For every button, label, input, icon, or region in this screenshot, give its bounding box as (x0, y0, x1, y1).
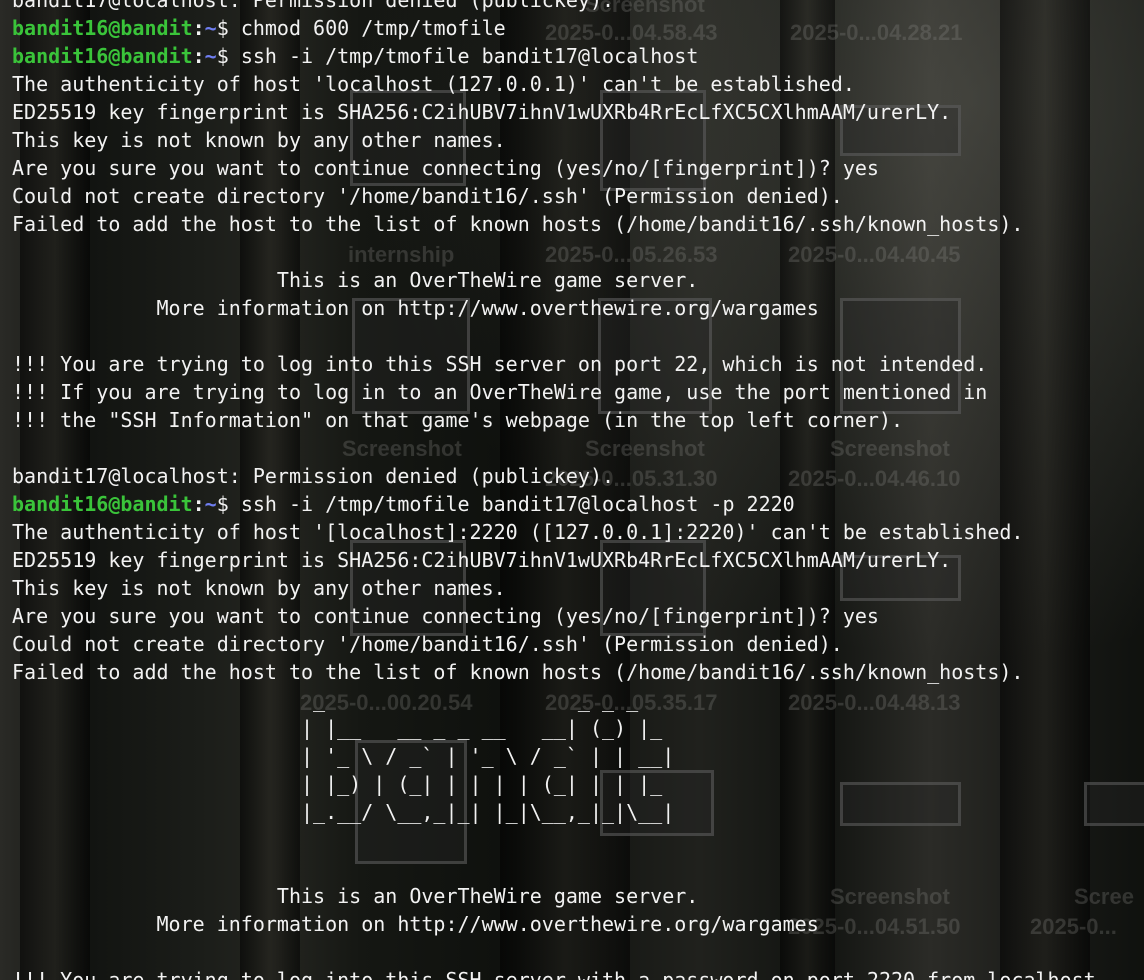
prompt-separator: : (192, 16, 205, 40)
terminal-output-line: !!! You are trying to log into this SSH … (12, 968, 1108, 980)
prompt-separator: : (192, 492, 205, 516)
prompt-path: ~ (204, 44, 217, 68)
terminal-output-line: !!! You are trying to log into this SSH … (12, 352, 988, 376)
prompt-symbol: $ (216, 16, 241, 40)
command-text: ssh -i /tmp/tmofile bandit17@localhost -… (240, 492, 795, 516)
terminal-output-line: Failed to add the host to the list of kn… (12, 660, 1024, 684)
terminal-output[interactable]: bandit17@localhost: Permission denied (p… (12, 0, 1108, 980)
terminal-output-line: Are you sure you want to continue connec… (12, 156, 879, 180)
prompt-separator: : (192, 44, 205, 68)
prompt-user: bandit16@bandit (12, 492, 193, 516)
terminal-command-line: bandit16@bandit:~$ chmod 600 /tmp/tmofil… (12, 14, 1108, 42)
terminal-output-line: This key is not known by any other names… (12, 128, 506, 152)
prompt-symbol: $ (216, 492, 241, 516)
terminal-output-line: | |__ __ _ _ __ __| (_) |_ (12, 716, 663, 740)
terminal-output-line: More information on http://www.overthewi… (12, 296, 819, 320)
prompt-user: bandit16@bandit (12, 16, 193, 40)
terminal-output-line: !!! the "SSH Information" on that game's… (12, 408, 904, 432)
terminal-output-line: ED25519 key fingerprint is SHA256:C2ihUB… (12, 100, 952, 124)
terminal-output-line: Are you sure you want to continue connec… (12, 604, 879, 628)
terminal-output-line: | '_ \ / _` | '_ \ / _` | | __| (12, 744, 675, 768)
terminal-output-line: ED25519 key fingerprint is SHA256:C2ihUB… (12, 548, 952, 572)
terminal-output-line: This key is not known by any other names… (12, 576, 506, 600)
terminal-output-line: bandit17@localhost: Permission denied (p… (12, 0, 615, 12)
terminal-output-line: |_.__/ \__,_|_| |_|\__,_|_|\__| (12, 800, 675, 824)
terminal-output-line: The authenticity of host 'localhost (127… (12, 72, 855, 96)
terminal-command-line: bandit16@bandit:~$ ssh -i /tmp/tmofile b… (12, 490, 1108, 518)
terminal-output-line: Failed to add the host to the list of kn… (12, 212, 1024, 236)
terminal-output-line: Could not create directory '/home/bandit… (12, 184, 843, 208)
terminal-output-line: | |_) | (_| | | | | (_| | | |_ (12, 772, 663, 796)
terminal-output-line: The authenticity of host '[localhost]:22… (12, 520, 1024, 544)
terminal-command-line: bandit16@bandit:~$ ssh -i /tmp/tmofile b… (12, 42, 1108, 70)
terminal-output-line: This is an OverTheWire game server. (12, 884, 699, 908)
terminal-output-line: !!! If you are trying to log in to an Ov… (12, 380, 988, 404)
prompt-path: ~ (204, 16, 217, 40)
terminal-output-line: This is an OverTheWire game server. (12, 268, 699, 292)
command-text: chmod 600 /tmp/tmofile (240, 16, 506, 40)
prompt-user: bandit16@bandit (12, 44, 193, 68)
terminal-output-line: More information on http://www.overthewi… (12, 912, 819, 936)
terminal-window[interactable]: Screenshot 2025-0...04.58.43 2025-0...04… (0, 0, 1144, 980)
terminal-output-line: _ _ _ _ (12, 688, 639, 712)
prompt-symbol: $ (216, 44, 241, 68)
command-text: ssh -i /tmp/tmofile bandit17@localhost (240, 44, 699, 68)
terminal-output-line: bandit17@localhost: Permission denied (p… (12, 464, 615, 488)
prompt-path: ~ (204, 492, 217, 516)
terminal-output-line: Could not create directory '/home/bandit… (12, 632, 843, 656)
